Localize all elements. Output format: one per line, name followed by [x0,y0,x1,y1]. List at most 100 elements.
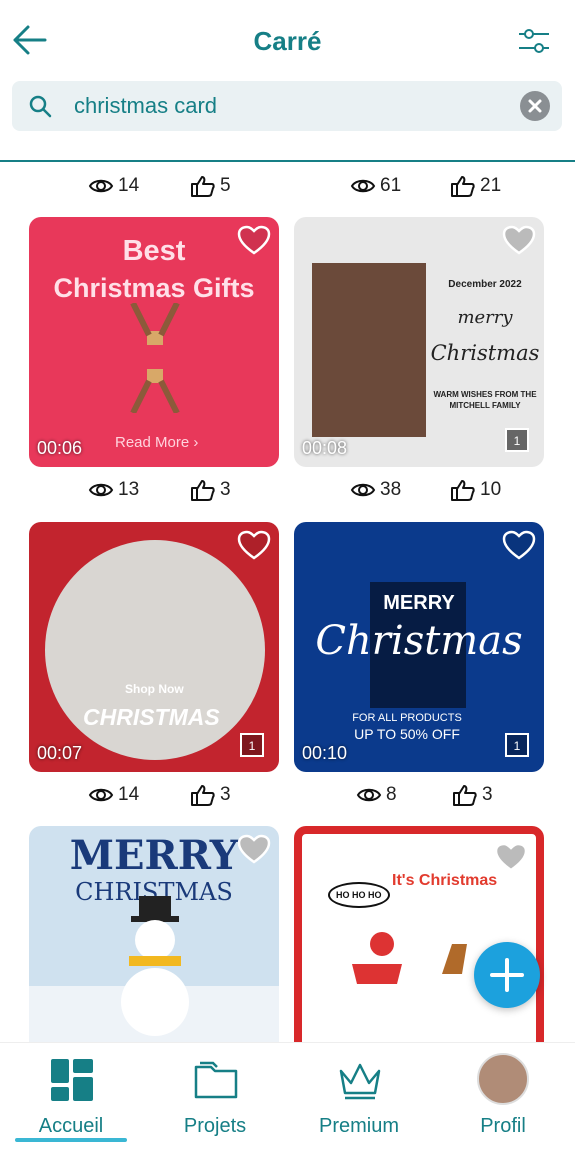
likes-stat: 3 [452,784,493,806]
nav-item-profil[interactable]: Profil [443,1051,563,1141]
eye-icon [88,179,114,193]
views-stat: 14 [88,175,139,197]
likes-count: 21 [480,175,502,196]
nav-label: Accueil [38,1115,104,1137]
eye-icon [350,179,376,193]
template-card[interactable]: MERRY CHRISTMAS [29,826,279,1076]
shop-now-text: Shop Now [125,682,184,696]
views-stat: 14 [88,784,139,806]
heart-icon[interactable] [237,834,271,864]
pages-count: 1 [249,739,256,753]
app: Carré 14 5 [0,0,575,1149]
views-count: 61 [380,175,402,196]
heart-icon[interactable] [494,842,528,872]
card-wishes-text: WARM WISHES FROM THE MITCHELL FAMILY [433,390,537,410]
nav-item-premium[interactable]: Premium [299,1051,419,1141]
plus-icon [490,958,524,992]
template-card[interactable]: Best Christmas Gifts Read More › 00:06 [29,217,279,467]
filter-button[interactable] [517,26,551,56]
avatar [477,1053,529,1105]
card-merry-text: merry [457,307,513,328]
card-subtitle: Christmas Gifts [53,273,255,303]
thumbs-up-icon [453,785,477,806]
views-count: 8 [386,784,397,805]
card-merry-text: MERRY [383,592,455,614]
eye-icon [88,483,114,497]
crown-icon [339,1063,381,1100]
views-stat: 8 [356,784,397,806]
card-stats: 38 10 [350,479,575,507]
duration-label: 00:10 [302,743,348,763]
views-stat: 38 [350,479,401,501]
likes-count: 3 [220,784,231,805]
dashboard-icon [51,1059,93,1101]
sliders-icon [519,29,549,53]
thumbs-up-icon [191,480,215,501]
thumbs-up-icon [451,176,475,197]
nav-item-accueil[interactable]: Accueil [11,1051,131,1141]
likes-stat: 5 [190,175,231,197]
nav-active-indicator [15,1138,127,1142]
views-count: 38 [380,479,402,500]
card-christmas-text: CHRISTMAS [83,704,220,730]
nav-label: Premium [318,1115,399,1137]
likes-stat: 3 [190,784,231,806]
snowman-illustration [121,896,189,1036]
duration-label: 00:08 [302,438,348,458]
template-card[interactable]: December 2022 merry Christmas WARM WISHE… [294,217,544,467]
card-photo [312,263,426,437]
gift-hands-illustration [130,303,180,413]
likes-count: 3 [482,784,493,805]
search-bar [12,81,562,131]
clear-search-button[interactable] [520,91,550,121]
nav-item-projets[interactable]: Projets [155,1051,275,1141]
card-for-text: FOR ALL PRODUCTS [352,712,462,724]
views-count: 13 [118,479,140,500]
heart-icon[interactable] [502,530,536,560]
card-stats: 14 3 [88,784,338,812]
nav-label: Profil [480,1115,526,1137]
likes-stat: 21 [450,175,501,197]
read-more-text: Read More › [115,434,199,451]
card-christmas-text: Christmas [430,341,540,365]
views-stat: 13 [88,479,139,501]
heart-icon[interactable] [237,225,271,255]
close-icon [528,99,542,113]
likes-count: 3 [220,479,231,500]
template-card[interactable]: Shop Now CHRISTMAS 00:07 1 [29,522,279,772]
template-card[interactable]: MERRY Christmas FOR ALL PRODUCTS UP TO 5… [294,522,544,772]
pages-count: 1 [514,739,521,753]
divider [0,160,575,162]
card-title: It's Christmas [392,872,498,889]
search-input[interactable] [74,81,494,131]
header: Carré [0,0,575,78]
likes-count: 5 [220,175,231,196]
card-date-text: December 2022 [448,279,522,290]
pages-icon: 1 [504,427,534,457]
search-icon [29,95,52,118]
create-button[interactable] [474,942,540,1008]
likes-count: 10 [480,479,502,500]
pages-icon: 1 [504,732,534,762]
views-stat: 61 [350,175,401,197]
duration-label: 00:07 [37,743,83,763]
card-stats: 14 5 [88,175,338,203]
thumbs-up-icon [451,480,475,501]
page-title: Carré [253,26,322,56]
pages-count: 1 [514,434,521,448]
thumbs-up-icon [191,785,215,806]
bottom-navigation: Accueil Projets Premium Profil [0,1042,575,1149]
card-bubble-text: HO HO HO [328,882,390,908]
views-count: 14 [118,175,140,196]
nav-label: Projets [183,1115,247,1137]
eye-icon [88,788,114,802]
heart-icon[interactable] [502,225,536,255]
duration-label: 00:06 [37,438,83,458]
heart-icon[interactable] [237,530,271,560]
eye-icon [356,788,382,802]
card-stats: 61 21 [350,175,575,203]
card-christmas-text: Christmas [315,618,523,664]
views-count: 14 [118,784,140,805]
likes-stat: 10 [450,479,501,501]
thumbs-up-icon [191,176,215,197]
